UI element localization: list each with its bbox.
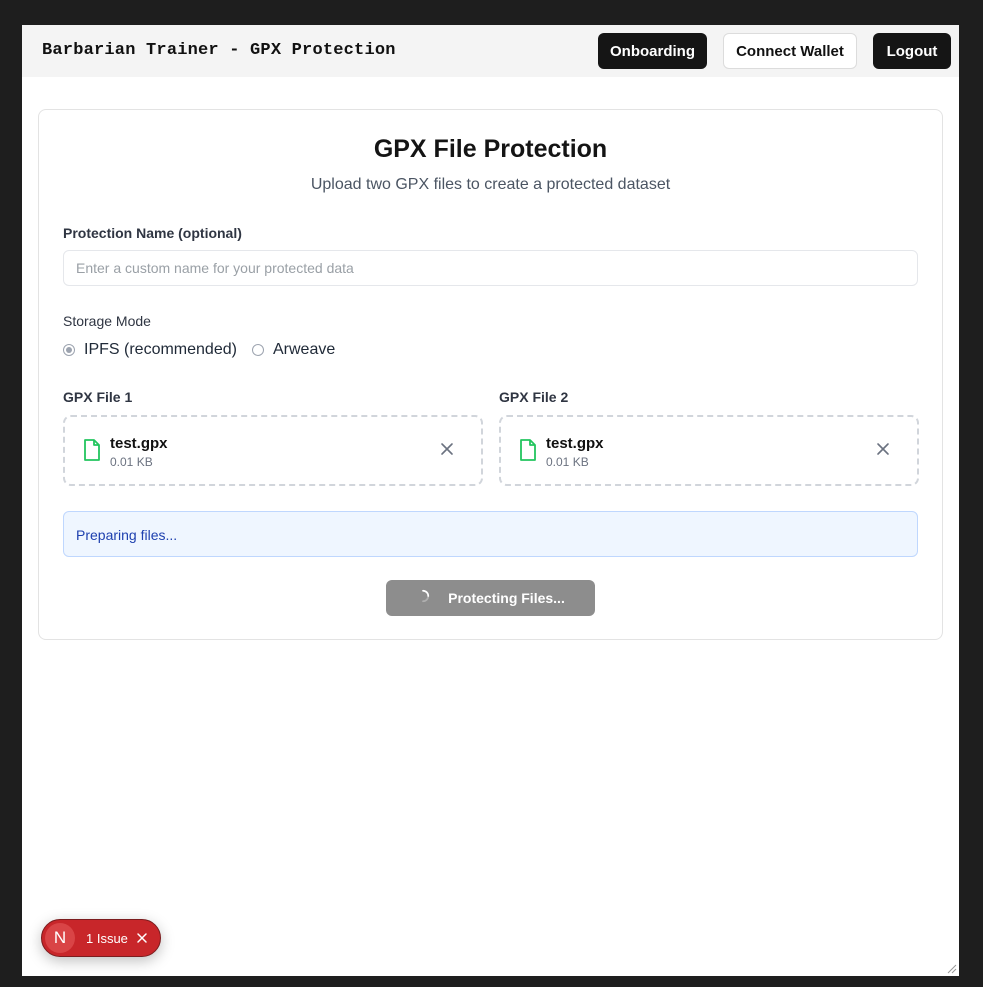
storage-option-arweave[interactable]: Arweave [252,341,335,359]
protection-card: GPX File Protection Upload two GPX files… [38,109,943,640]
app-title: Barbarian Trainer - GPX Protection [42,41,396,60]
browser-viewport: Barbarian Trainer - GPX Protection Onboa… [22,25,959,976]
logout-button[interactable]: Logout [873,33,951,69]
file-name: test.gpx [110,435,168,452]
storage-option-label: IPFS (recommended) [84,341,237,358]
remove-file-1-button[interactable] [439,441,455,457]
status-message-box: Preparing files... [63,511,918,557]
loading-spinner-icon [422,589,430,603]
resize-grip-icon[interactable] [945,962,957,974]
remove-file-2-button[interactable] [875,441,891,457]
status-message: Preparing files... [76,527,178,543]
close-icon[interactable] [136,932,148,944]
gpx-file-2-dropzone[interactable]: test.gpx 0.01 KB [499,415,919,486]
gpx-file-2-label: GPX File 2 [499,389,569,405]
protection-name-label: Protection Name (optional) [63,225,242,241]
connect-wallet-button[interactable]: Connect Wallet [723,33,857,69]
radio-arweave[interactable] [252,344,264,356]
file-icon [84,439,100,461]
page-subtitle: Upload two GPX files to create a protect… [310,176,671,193]
storage-option-label: Arweave [273,341,336,358]
file-size: 0.01 KB [110,455,153,469]
file-name: test.gpx [546,435,604,452]
nextjs-logo-icon: N [45,923,75,953]
gpx-file-1-label: GPX File 1 [63,389,133,405]
protect-files-button[interactable]: Protecting Files... [386,580,595,616]
top-navbar: Barbarian Trainer - GPX Protection Onboa… [22,25,959,77]
onboarding-button[interactable]: Onboarding [598,33,707,69]
issues-count: 1 Issue [86,931,128,946]
file-size: 0.01 KB [546,455,589,469]
protection-name-input[interactable] [63,250,918,286]
gpx-file-1-dropzone[interactable]: test.gpx 0.01 KB [63,415,483,486]
radio-ipfs[interactable] [63,344,75,356]
file-icon [520,439,536,461]
page-title: GPX File Protection [373,135,608,163]
storage-option-ipfs[interactable]: IPFS (recommended) [63,341,237,359]
protect-files-label: Protecting Files... [448,590,565,606]
storage-mode-label: Storage Mode [63,313,151,329]
dev-issues-badge[interactable]: N 1 Issue [41,919,161,957]
